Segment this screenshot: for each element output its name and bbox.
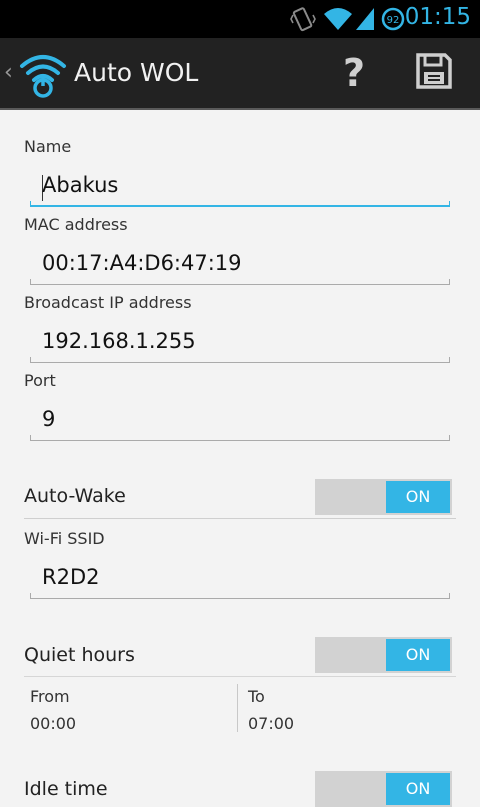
quiet-hours-toggle[interactable]: ON [315,637,452,673]
mac-underline [30,279,450,285]
broadcast-value: 192.168.1.255 [42,329,196,353]
wifi-icon [323,6,353,36]
from-value: 00:00 [30,714,77,733]
idle-time-toggle[interactable]: ON [315,771,452,807]
from-label: From [30,687,70,706]
to-value: 07:00 [248,714,295,733]
name-field[interactable]: Abakus [30,171,450,207]
auto-wake-toggle[interactable]: ON [315,479,452,515]
broadcast-ip-field[interactable]: 192.168.1.255 [30,327,450,363]
mac-value: 00:17:A4:D6:47:19 [42,251,242,275]
auto-wake-toggle-state: ON [386,481,450,513]
port-underline [30,435,450,441]
back-caret-icon[interactable]: ‹ [4,60,13,85]
broadcast-underline [30,357,450,363]
name-value: Abakus [42,173,119,197]
port-label: Port [24,371,56,390]
name-label: Name [24,137,72,156]
port-field[interactable]: 9 [30,405,450,441]
ssid-underline [30,593,450,599]
auto-wake-label: Auto-Wake [24,485,126,507]
help-button[interactable]: ? [332,50,376,96]
wifi-power-logo-icon[interactable] [18,50,68,104]
auto-wake-divider [24,518,456,519]
mac-label: MAC address [24,215,128,234]
idle-time-label: Idle time [24,778,108,800]
vibrate-icon [290,6,316,36]
app-title: Auto WOL [74,58,199,87]
quiet-from-picker[interactable]: From 00:00 [30,687,230,735]
time-separator [237,684,238,732]
ssid-value: R2D2 [42,565,100,589]
broadcast-label: Broadcast IP address [24,293,192,312]
wifi-ssid-field[interactable]: R2D2 [30,563,450,599]
ssid-label: Wi-Fi SSID [24,529,105,548]
signal-icon [354,6,376,36]
status-clock: 01:15 [404,4,471,30]
idle-time-toggle-state: ON [386,773,450,805]
to-label: To [248,687,265,706]
action-bar: ‹ Auto WOL ? [0,38,480,110]
port-value: 9 [42,407,56,431]
status-bar: 92 01:15 [0,0,480,38]
settings-form: Name Abakus MAC address 00:17:A4:D6:47:1… [0,110,480,807]
battery-level: 92 [387,15,400,26]
save-icon[interactable] [415,52,453,94]
quiet-hours-label: Quiet hours [24,644,135,666]
mac-address-field[interactable]: 00:17:A4:D6:47:19 [30,249,450,285]
quiet-hours-toggle-state: ON [386,639,450,671]
name-underline [30,201,450,207]
quiet-hours-divider [24,676,456,677]
quiet-to-picker[interactable]: To 07:00 [248,687,448,735]
battery-icon: 92 [381,7,405,35]
